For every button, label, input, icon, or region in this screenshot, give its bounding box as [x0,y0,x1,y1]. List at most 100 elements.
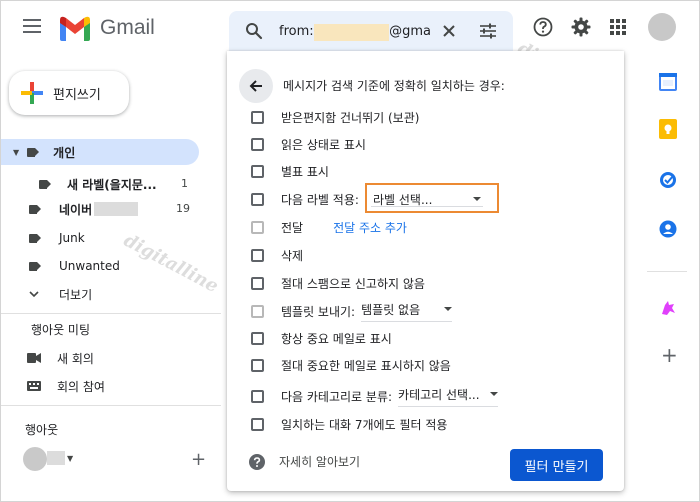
sidebar-label-text: Unwanted [59,259,120,273]
option-never-spam[interactable]: 절대 스팸으로 신고하지 않음 [251,273,425,293]
tasks-icon[interactable] [659,171,677,189]
search-query-prefix: from: [279,24,314,39]
sidebar-item-new-label[interactable]: 새 라벨(을지문... 1 [1,171,199,197]
clear-search-icon[interactable] [441,23,457,39]
checkbox[interactable] [251,331,264,345]
main-menu-icon[interactable] [23,19,41,35]
checkbox[interactable] [251,248,264,262]
option-label: 전달 [281,220,304,235]
sidebar-item-unwanted[interactable]: Unwanted [1,253,120,279]
new-meeting-item[interactable]: 새 회의 [1,345,94,371]
join-meeting-item[interactable]: 회의 참여 [1,373,105,399]
search-icon[interactable] [245,22,263,40]
unread-count: 19 [176,202,190,215]
option-send-template[interactable]: 템플릿 보내기: 템플릿 없음 [251,301,453,322]
label-icon [29,261,41,271]
status-caret-icon[interactable]: ▼ [67,454,73,463]
addon-unicorn-icon[interactable] [659,299,677,317]
help-icon[interactable] [533,17,553,37]
category-select[interactable]: 카테고리 선택... [398,386,498,407]
checkbox[interactable] [251,137,264,151]
get-addons-plus-icon[interactable]: + [661,343,678,367]
redacted-label-part [94,202,139,216]
select-underline [371,206,483,207]
dropdown-caret-icon [489,392,498,396]
option-apply-label[interactable]: 다음 라벨 적용: [251,189,359,209]
chevron-down-icon [29,291,39,298]
option-forward[interactable]: 전달 전달 주소 추가 [251,217,407,237]
option-apply-to-matching[interactable]: 일치하는 대화 7개에도 필터 적용 [251,414,447,434]
checkbox[interactable] [251,164,264,178]
expand-caret-icon[interactable]: ▼ [13,148,19,157]
option-label: 절대 중요한 메일로 표시하지 않음 [281,358,451,373]
hangouts-section-title: 행아웃 [25,423,59,437]
option-skip-inbox[interactable]: 받은편지함 건너뛰기 (보관) [251,107,419,127]
compose-button[interactable]: 편지쓰기 [9,71,129,115]
create-filter-button[interactable]: 필터 만들기 [510,449,603,481]
calendar-icon[interactable] [659,71,677,91]
sidebar-item-junk[interactable]: Junk [1,225,85,251]
contacts-icon[interactable] [659,220,677,238]
hangouts-avatar[interactable] [23,447,47,471]
option-delete[interactable]: 삭제 [251,245,303,265]
gmail-window: Gmail from: @gma 편지쓰기 ▼ 개인 새 라벨(을지문... 1… [0,0,700,502]
label-icon [27,147,40,157]
apps-grid-icon[interactable] [610,19,626,35]
sidebar-divider [1,313,221,314]
help-circle-icon [249,453,265,470]
option-label: 받은편지함 건너뛰기 (보관) [281,110,420,125]
sidebar-item-personal[interactable]: ▼ 개인 [1,139,199,165]
sidebar-label-text: 개인 [53,145,76,160]
dropdown-caret-icon [444,307,453,311]
option-always-important[interactable]: 항상 중요 메일로 표시 [251,328,392,348]
option-label: 일치하는 대화 7개에도 필터 적용 [281,417,448,432]
gmail-m-icon [60,16,90,41]
checkbox[interactable] [251,304,264,318]
checkbox[interactable] [251,389,264,403]
option-label: 읽은 상태로 표시 [281,137,366,152]
back-button[interactable] [239,69,273,103]
sidebar-more-label: 더보기 [59,287,93,302]
learn-more-row[interactable]: 자세히 알아보기 [249,453,360,470]
checkbox[interactable] [251,276,264,290]
option-label: 다음 라벨 적용: [281,192,359,207]
checkbox[interactable] [251,220,264,234]
keyboard-icon [27,381,41,391]
template-select-value: 템플릿 없음 [361,302,421,317]
option-star[interactable]: 별표 표시 [251,161,329,181]
checkbox[interactable] [251,110,264,124]
redacted-address [313,24,390,41]
label-icon [39,179,51,189]
new-meeting-label: 새 회의 [57,351,94,366]
account-avatar[interactable] [648,13,676,41]
option-never-important[interactable]: 절대 중요한 메일로 표시하지 않음 [251,355,451,375]
checkbox[interactable] [251,192,264,206]
sidebar-item-naver[interactable]: 네이버 19 [1,196,199,222]
learn-more-link[interactable]: 자세히 알아보기 [279,453,360,470]
add-hangout-plus-icon[interactable]: + [191,449,206,470]
search-options-icon[interactable] [479,23,497,39]
search-bar[interactable]: from: @gma [229,11,513,51]
meet-section-title: 행아웃 미팅 [31,323,91,337]
option-categorize[interactable]: 다음 카테고리로 분류: 카테고리 선택... [251,386,498,407]
gear-icon[interactable] [571,17,591,37]
search-input[interactable]: from: @gma [279,24,431,41]
template-select[interactable]: 템플릿 없음 [361,301,453,322]
add-forward-address-link[interactable]: 전달 주소 추가 [333,219,407,236]
label-icon [29,233,41,243]
video-camera-icon [27,353,41,363]
sidebar-label-text: 네이버 [59,202,93,217]
sidebar-label-text: Junk [59,231,85,245]
checkbox[interactable] [251,417,264,431]
app-name: Gmail [100,16,155,39]
sidebar-more[interactable]: 더보기 [1,281,92,307]
keep-icon[interactable] [659,119,677,139]
option-label: 다음 카테고리로 분류: [281,389,393,404]
label-select-dropdown[interactable]: 라벨 선택... [365,183,499,213]
create-filter-panel: 메시지가 검색 기준에 정확히 일치하는 경우: 받은편지함 건너뛰기 (보관)… [227,51,624,491]
arrow-back-icon [249,80,262,92]
gmail-logo[interactable]: Gmail [58,15,155,41]
search-query-suffix: @gma [389,24,431,39]
option-mark-read[interactable]: 읽은 상태로 표시 [251,134,366,154]
checkbox[interactable] [251,358,264,372]
